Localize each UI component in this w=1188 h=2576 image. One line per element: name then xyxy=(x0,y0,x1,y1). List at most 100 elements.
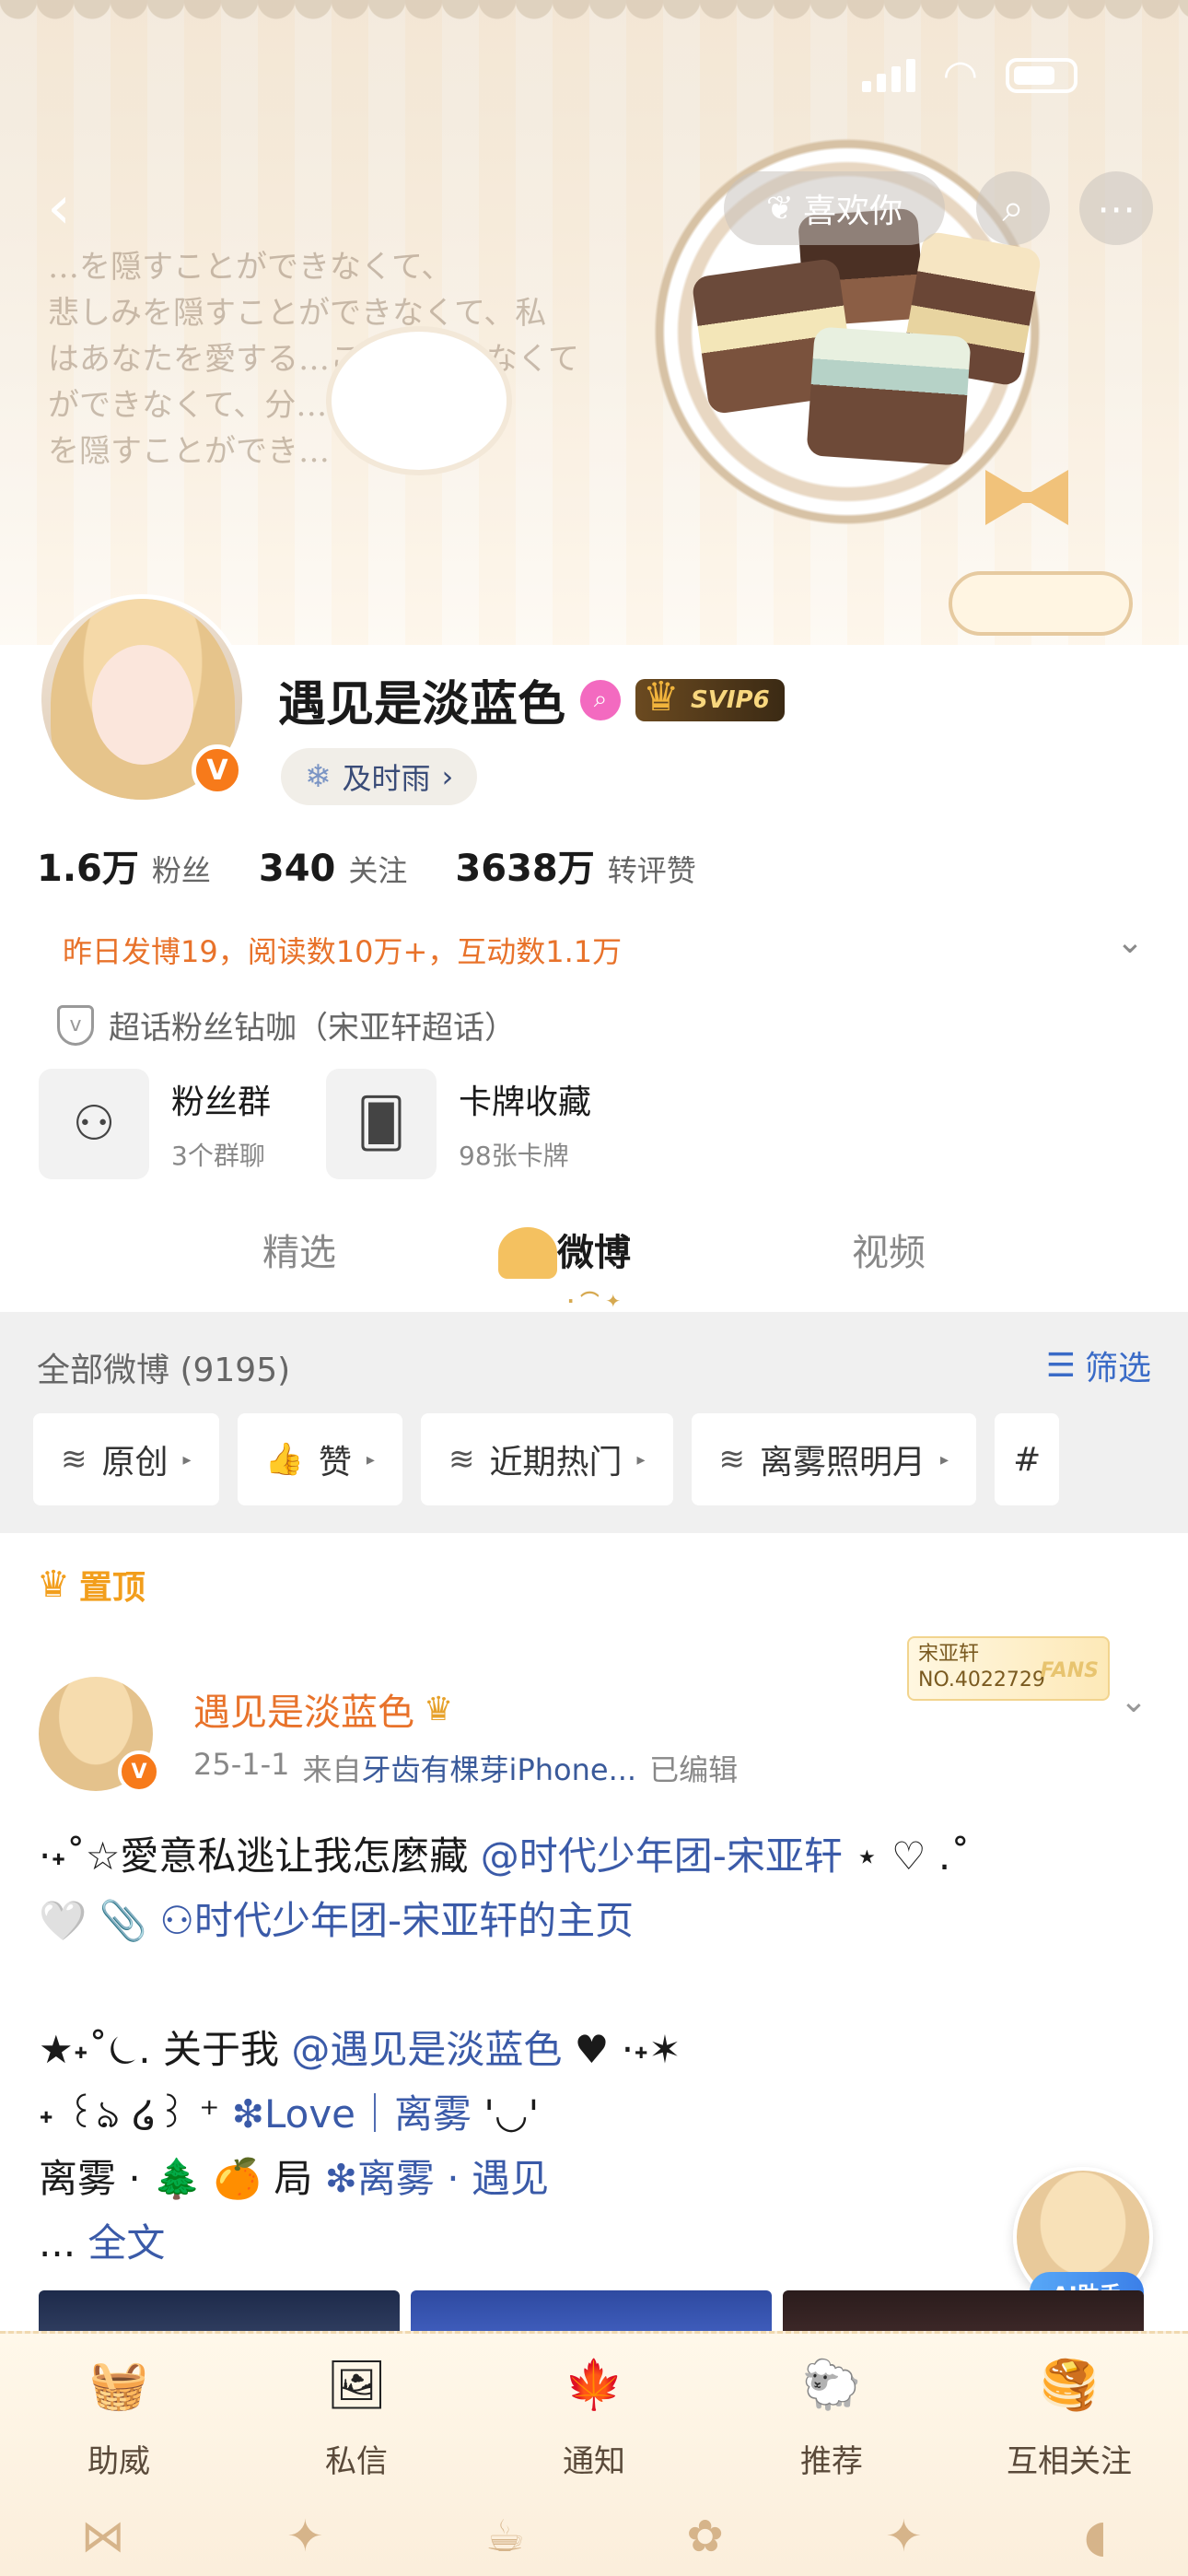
action-message[interactable]: 🖼 私信 xyxy=(264,2340,448,2481)
crown-icon: ♛ xyxy=(37,1563,70,1606)
banner-line: を隠すことができ… xyxy=(48,433,330,470)
filter-button[interactable]: ☰ 筛选 xyxy=(1046,1341,1151,1389)
chip-label: 离雾照明月 xyxy=(760,1444,926,1481)
like-label: 喜欢你 xyxy=(803,193,903,230)
caret-right-icon: ▸ xyxy=(366,1449,375,1469)
layers-icon: ≋ xyxy=(61,1441,87,1478)
stat-label: 粉丝 xyxy=(151,853,211,888)
full-text-link[interactable]: 全文 xyxy=(87,2220,165,2266)
more-icon: ⋯ xyxy=(1097,185,1136,231)
fan-group-card[interactable]: ⚇ 粉丝群 3个群聊 xyxy=(39,1069,271,1179)
chip-more[interactable]: # xyxy=(995,1413,1060,1505)
svip-badge[interactable]: SVIP6 xyxy=(635,673,785,721)
topic-link[interactable]: ❇Love｜离雾 xyxy=(232,2091,472,2137)
back-button[interactable]: ‹ xyxy=(26,175,92,241)
chip-liwu[interactable]: ≋ 离雾照明月 ▸ xyxy=(691,1413,977,1505)
sheep-table-illustration xyxy=(949,571,1133,636)
user-icon: ⚇ xyxy=(159,1898,194,1943)
yesterday-summary[interactable]: 昨日发博19，阅读数10万+，互动数1.1万 xyxy=(63,929,622,971)
tab-weibo[interactable]: 微博 xyxy=(447,1207,741,1347)
verified-badge-icon: V xyxy=(192,744,243,796)
action-recommend[interactable]: 🐑 推荐 xyxy=(740,2340,924,2481)
sheep-icon: 🐑 xyxy=(801,2357,862,2413)
shield-icon: v xyxy=(57,1004,94,1046)
pancake-icon: 🥞 xyxy=(1039,2357,1100,2413)
stat-fans[interactable]: 1.6万 粉丝 xyxy=(37,838,211,892)
post-text: ★˖˚⏾. 关于我 xyxy=(39,2027,279,2072)
tab-video[interactable]: 视频 xyxy=(741,1207,1036,1308)
basket-icon: 🧺 xyxy=(88,2357,149,2413)
verified-badge-icon: V xyxy=(118,1751,160,1793)
layers-icon: ≋ xyxy=(448,1441,475,1478)
chevron-down-icon[interactable]: ⌄ xyxy=(1116,923,1144,961)
chip-label: 赞 xyxy=(318,1444,352,1481)
mention-link[interactable]: @遇见是淡蓝色 xyxy=(291,2027,562,2072)
filter-chips: ≋ 原创 ▸ 👍 赞 ▸ ≋ 近期热门 ▸ ≋ 离雾照明月 ▸ # xyxy=(33,1413,1060,1505)
wifi-icon: ◠ xyxy=(942,52,978,99)
stat-label: 关注 xyxy=(348,853,408,888)
post-text: '◡' xyxy=(483,2091,540,2137)
magnifier-badge-icon[interactable]: ⌕ xyxy=(580,679,622,720)
post-text: 离雾 · 🌲 🍊 局 xyxy=(39,2156,313,2201)
card-subtitle: 98张卡牌 xyxy=(459,1141,569,1171)
card-collection-card[interactable]: 🂠 卡牌收藏 98张卡牌 xyxy=(326,1069,591,1179)
peach-icon: ❦ xyxy=(765,189,795,228)
post-menu-chevron-icon[interactable]: ⌄ xyxy=(1120,1682,1147,1720)
tab-featured[interactable]: 精选 xyxy=(152,1207,447,1308)
post-date: 25-1-1 xyxy=(193,1747,290,1782)
post-line: ... 全文 xyxy=(39,2211,1153,2276)
weather-tag[interactable]: ❄ 及时雨 › xyxy=(281,748,478,805)
action-label: 互相关注 xyxy=(1007,2443,1132,2480)
action-notify[interactable]: 🍁 通知 xyxy=(502,2340,686,2481)
pinned-label: ♛ 置顶 xyxy=(37,1561,146,1609)
stat-interactions[interactable]: 3638万 转评赞 xyxy=(455,838,695,892)
chip-recent-hot[interactable]: ≋ 近期热门 ▸ xyxy=(420,1413,673,1505)
star-icon: ✦ xyxy=(885,2511,923,2562)
stat-number: 3638万 xyxy=(455,848,595,890)
chip-label: 近期热门 xyxy=(489,1444,623,1481)
post-line: ˖ ꒰ঌ ໒꒱ ⁺ ❇Love｜离雾 '◡' xyxy=(39,2082,1153,2147)
chip-liked[interactable]: 👍 赞 ▸ xyxy=(237,1413,402,1505)
star-icon: ✦ xyxy=(286,2511,324,2562)
like-button[interactable]: ❦ 喜欢你 xyxy=(724,171,945,245)
post-author-name[interactable]: 遇见是淡蓝色 xyxy=(193,1682,414,1736)
fan-badge[interactable]: 宋亚轩 NO.4022729 FANS xyxy=(907,1636,1110,1701)
post-line: 离雾 · 🌲 🍊 局 ❇离雾 · 遇见 xyxy=(39,2147,1153,2211)
snowflake-icon: ❄ xyxy=(305,758,332,795)
post-author-row: 遇见是淡蓝色 ♛ xyxy=(193,1682,453,1736)
banner-japanese-text: …を隠すことができなくて、 悲しみを隠すことができなくて、私 はあなたを愛する…… xyxy=(48,244,619,474)
stat-number: 340 xyxy=(258,848,336,890)
stat-number: 1.6万 xyxy=(37,848,139,890)
action-mutual-follow[interactable]: 🥞 互相关注 xyxy=(977,2340,1161,2481)
all-weibo-count: 全部微博 (9195) xyxy=(37,1352,291,1389)
action-label: 通知 xyxy=(563,2443,625,2480)
picture-icon: 🖼 xyxy=(325,2357,387,2413)
action-cheer[interactable]: 🧺 助威 xyxy=(27,2340,211,2481)
post-line: 🤍 📎 ⚇时代少年团-宋亚轩的主页 xyxy=(39,1889,1153,1953)
post-source[interactable]: 牙齿有棵芽iPhone... xyxy=(362,1752,637,1787)
post-text: ♥ ·˖✶ xyxy=(574,2027,681,2072)
sheep-illustration xyxy=(332,332,507,470)
cellular-signal-icon xyxy=(861,59,915,92)
more-button[interactable]: ⋯ xyxy=(1079,171,1153,245)
post-text: ... xyxy=(39,2220,76,2266)
topic-link[interactable]: ❇离雾 · 遇见 xyxy=(325,2156,549,2201)
chip-original[interactable]: ≋ 原创 ▸ xyxy=(33,1413,219,1505)
post-body: ·˖˚☆愛意私逃让我怎麼藏 @时代少年团-宋亚轩 ⋆ ♡ .˚ 🤍 📎 ⚇时代少… xyxy=(39,1824,1153,2276)
post-source-prefix: 来自 xyxy=(302,1752,362,1787)
mention-link[interactable]: @时代少年团-宋亚轩 xyxy=(481,1833,843,1879)
chaohua-fan-level[interactable]: v 超话粉丝钻咖（宋亚轩超话） xyxy=(57,1002,516,1048)
chaohua-label: 超话粉丝钻咖（宋亚轩超话） xyxy=(109,1010,516,1047)
post-text: 🤍 📎 xyxy=(39,1898,147,1943)
post-line: ★˖˚⏾. 关于我 @遇见是淡蓝色 ♥ ·˖✶ xyxy=(39,2018,1153,2082)
layers-icon: ≋ xyxy=(718,1441,746,1478)
weather-label: 及时雨 xyxy=(342,761,431,796)
post-text: ·˖˚☆愛意私逃让我怎麼藏 xyxy=(39,1833,469,1879)
search-button[interactable]: ⌕ xyxy=(976,171,1050,245)
stat-following[interactable]: 340 关注 xyxy=(259,848,408,890)
post-text: ˖ ꒰ঌ ໒꒱ ⁺ xyxy=(39,2091,220,2137)
profile-stats: 1.6万 粉丝 340 关注 3638万 转评赞 xyxy=(37,838,696,892)
stat-label: 转评赞 xyxy=(607,853,696,888)
post-edited: 已编辑 xyxy=(649,1752,739,1787)
profile-link[interactable]: 时代少年团-宋亚轩的主页 xyxy=(194,1898,634,1943)
